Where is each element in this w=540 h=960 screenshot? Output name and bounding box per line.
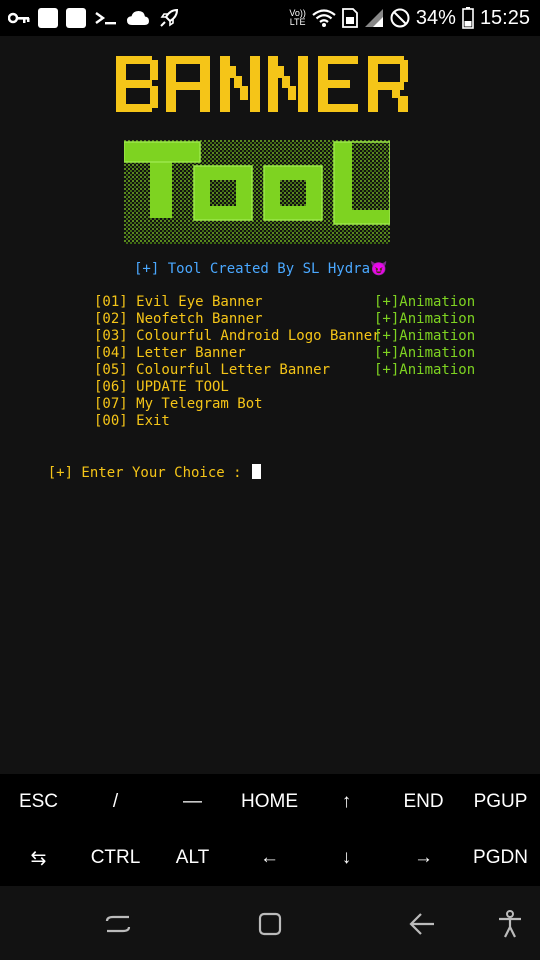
rocket-icon: [158, 7, 180, 29]
wifi-icon: [312, 8, 336, 28]
menu-item-tag: [+]Animation: [374, 328, 476, 344]
created-by-line: [+] Tool Created By SL Hydra😈: [134, 261, 388, 277]
notification-square-icon: [38, 8, 58, 28]
status-right-icons: Vo)) LTE 34% 15:25: [289, 6, 530, 30]
banner-title: [116, 56, 410, 112]
menu-item-label: [07] My Telegram Bot: [94, 396, 263, 412]
home-icon: [258, 912, 282, 936]
recent-apps-button[interactable]: [98, 904, 138, 944]
key-esc[interactable]: ESC: [0, 774, 77, 830]
status-left-icons: [8, 7, 180, 29]
key-pgup[interactable]: PGUP: [462, 774, 539, 830]
status-bar: Vo)) LTE 34% 15:25: [0, 0, 540, 36]
key-up[interactable]: ↑: [308, 774, 385, 830]
menu-item-label: [02] Neofetch Banner: [94, 311, 263, 327]
menu-item-label: [05] Colourful Letter Banner: [94, 362, 331, 378]
choice-prompt[interactable]: [+] Enter Your Choice :: [14, 447, 262, 499]
sim-icon: [342, 8, 358, 28]
menu-item-tag: [+]Animation: [374, 362, 476, 378]
cloud-icon: [126, 10, 150, 26]
clock: 15:25: [479, 6, 530, 29]
key-right[interactable]: →: [385, 830, 462, 886]
signal-icon: [364, 8, 384, 28]
menu-item-label: [03] Colourful Android Logo Banner: [94, 328, 381, 344]
key-ctrl[interactable]: CTRL: [77, 830, 154, 886]
volte-icon: Vo)) LTE: [289, 8, 306, 27]
terminal-icon: [94, 9, 118, 27]
battery-icon: [462, 7, 474, 29]
menu-item-label: [01] Evil Eye Banner: [94, 294, 263, 310]
menu-item-tag: [+]Animation: [374, 294, 476, 310]
key-slash[interactable]: /: [77, 774, 154, 830]
accessibility-button[interactable]: [490, 904, 530, 944]
key-end[interactable]: END: [385, 774, 462, 830]
prompt-text: [+] Enter Your Choice :: [47, 465, 251, 481]
key-icon: [8, 11, 30, 25]
key-tab[interactable]: ⇆: [0, 830, 77, 886]
tool-title: [123, 140, 391, 244]
terminal-view[interactable]: [+] Tool Created By SL Hydra😈 [01] Evil …: [0, 36, 540, 774]
recent-apps-icon: [105, 915, 131, 933]
menu-item-tag: [+]Animation: [374, 345, 476, 361]
menu-item-label: [06] UPDATE TOOL: [94, 379, 229, 395]
extra-keys-bar: ESC / — HOME ↑ END PGUP ⇆ CTRL ALT ← ↓ →…: [0, 774, 540, 886]
back-icon: [409, 913, 434, 935]
key-home[interactable]: HOME: [231, 774, 308, 830]
key-pgdn[interactable]: PGDN: [462, 830, 539, 886]
key-dash[interactable]: —: [154, 774, 231, 830]
key-alt[interactable]: ALT: [154, 830, 231, 886]
navigation-bar: [0, 886, 540, 960]
menu-item-tag: [+]Animation: [374, 311, 476, 327]
notification-square-icon: [66, 8, 86, 28]
back-button[interactable]: [402, 904, 442, 944]
menu-item-label: [04] Letter Banner: [94, 345, 246, 361]
accessibility-icon: [499, 910, 521, 938]
text-cursor: [252, 464, 262, 479]
do-not-disturb-icon: [390, 8, 410, 28]
home-button[interactable]: [250, 904, 290, 944]
battery-percent: 34%: [415, 6, 456, 29]
key-left[interactable]: ←: [231, 830, 308, 886]
key-down[interactable]: ↓: [308, 830, 385, 886]
menu-item-label: [00] Exit: [94, 413, 170, 429]
